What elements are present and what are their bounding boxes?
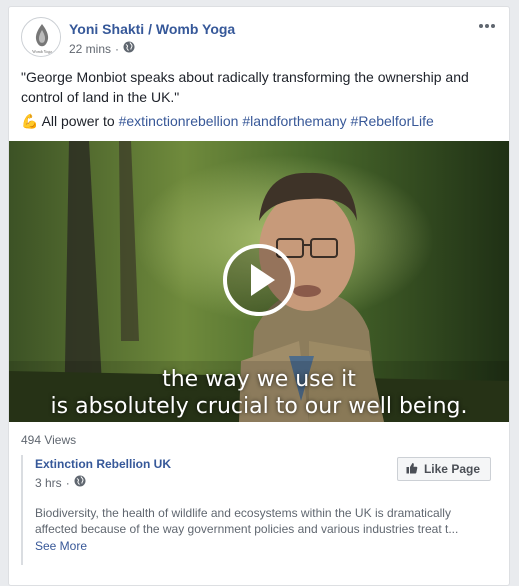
post-timestamp[interactable]: 22 mins	[69, 42, 111, 56]
shared-page-name[interactable]: Extinction Rebellion UK	[35, 457, 171, 471]
globe-icon[interactable]	[123, 41, 135, 56]
like-page-label: Like Page	[423, 462, 480, 476]
hashtag-extinctionrebellion[interactable]: #extinctionrebellion	[119, 113, 239, 129]
shared-timestamp[interactable]: 3 hrs	[35, 476, 62, 490]
flexed-biceps-emoji-icon: 💪	[21, 113, 39, 129]
post-page-name[interactable]: Yoni Shakti / Womb Yoga	[69, 21, 235, 37]
post-hashtag-line: 💪 All power to #extinctionrebellion #lan…	[21, 111, 499, 131]
post-text: "George Monbiot speaks about radically t…	[21, 67, 499, 135]
video-caption-line-2: is absolutely crucial to our well being.	[50, 394, 468, 419]
view-count: 494 Views	[21, 433, 77, 447]
hashtag-landforthemany[interactable]: #landforthemany	[242, 113, 346, 129]
post-card: Womb Yoga Yoni Shakti / Womb Yoga 22 min…	[8, 6, 510, 586]
shared-post: Extinction Rebellion UK 3 hrs · Like Pag…	[21, 455, 497, 565]
shared-meta: 3 hrs ·	[35, 475, 86, 490]
post-meta: 22 mins ·	[69, 41, 135, 56]
see-more-link[interactable]: See More	[35, 539, 87, 553]
page-avatar[interactable]: Womb Yoga	[21, 17, 61, 57]
globe-icon[interactable]	[74, 475, 86, 490]
hashtag-rebelforlife[interactable]: #RebelforLife	[351, 113, 434, 129]
play-icon[interactable]	[223, 244, 295, 316]
post-header: Womb Yoga Yoni Shakti / Womb Yoga 22 min…	[21, 17, 497, 61]
svg-text:Womb Yoga: Womb Yoga	[32, 49, 52, 54]
video-player[interactable]: the way we use it is absolutely crucial …	[9, 141, 509, 422]
thumbs-up-icon	[406, 462, 418, 477]
post-quote: "George Monbiot speaks about radically t…	[21, 69, 469, 105]
more-options-icon[interactable]	[477, 19, 497, 33]
meta-separator: ·	[115, 41, 120, 56]
like-page-button[interactable]: Like Page	[396, 457, 491, 481]
post-text-prefix: All power to	[41, 113, 115, 129]
shared-description: Biodiversity, the health of wildlife and…	[35, 506, 459, 536]
video-caption-line-1: the way we use it	[162, 367, 356, 392]
meta-separator: ·	[65, 475, 70, 490]
